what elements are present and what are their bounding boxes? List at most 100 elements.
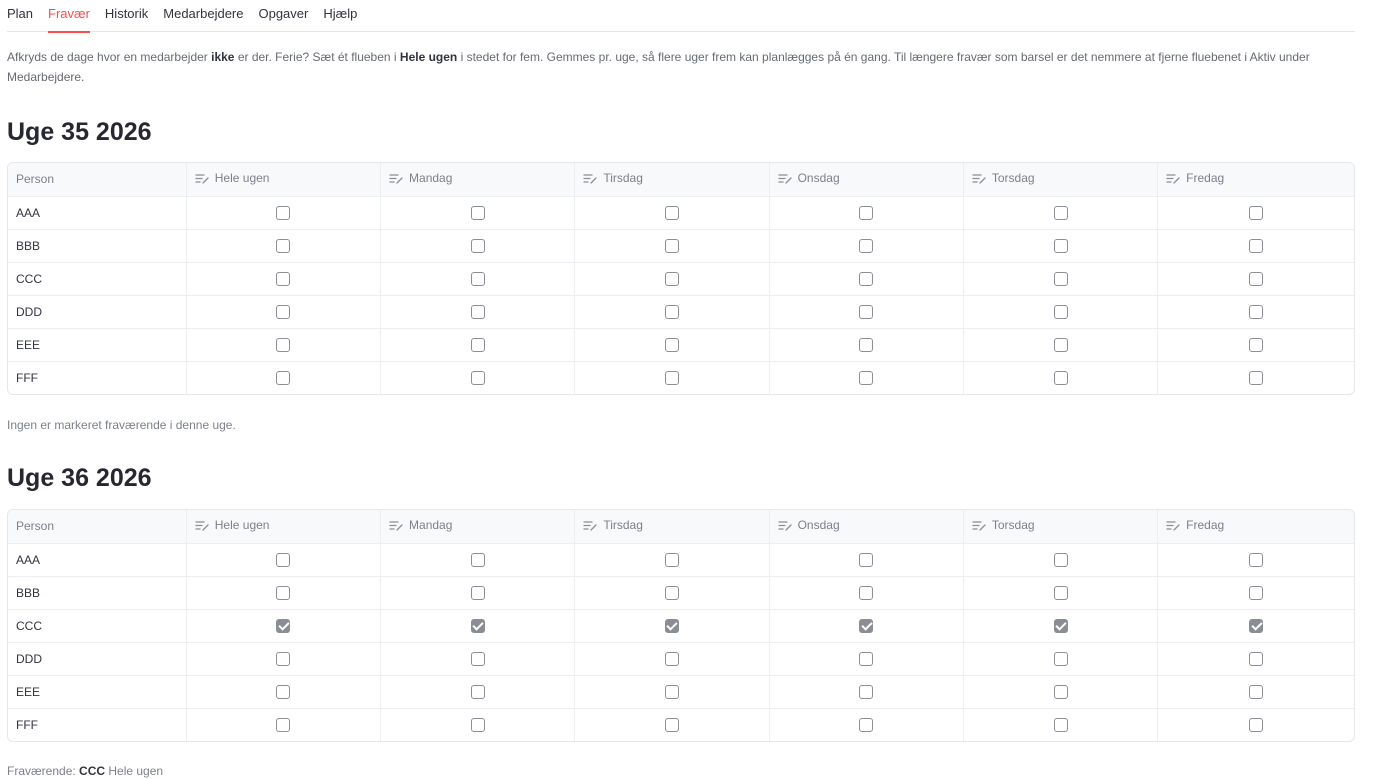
absence-checkbox[interactable] bbox=[470, 618, 485, 633]
column-header[interactable]: Fredag bbox=[1157, 510, 1354, 544]
absence-checkbox[interactable] bbox=[1249, 585, 1264, 600]
absence-checkbox[interactable] bbox=[664, 304, 679, 319]
absence-checkbox[interactable] bbox=[1249, 238, 1264, 253]
column-header[interactable]: Tirsdag bbox=[574, 163, 770, 197]
person-name: BBB bbox=[8, 576, 187, 610]
tab-plan[interactable]: Plan bbox=[7, 0, 33, 32]
absence-checkbox[interactable] bbox=[1249, 371, 1264, 386]
column-header[interactable]: Tirsdag bbox=[574, 510, 770, 544]
absence-checkbox[interactable] bbox=[470, 205, 485, 220]
absence-checkbox[interactable] bbox=[276, 238, 291, 253]
column-header[interactable]: Onsdag bbox=[769, 510, 964, 544]
tab-medarbejdere[interactable]: Medarbejdere bbox=[163, 0, 243, 32]
absence-checkbox[interactable] bbox=[664, 271, 679, 286]
absence-checkbox[interactable] bbox=[859, 618, 874, 633]
absence-checkbox[interactable] bbox=[470, 238, 485, 253]
absence-checkbox[interactable] bbox=[664, 238, 679, 253]
column-header[interactable]: Person bbox=[8, 163, 187, 197]
absence-checkbox[interactable] bbox=[1053, 205, 1068, 220]
absence-checkbox[interactable] bbox=[1249, 684, 1264, 699]
absence-checkbox[interactable] bbox=[1053, 238, 1068, 253]
absence-checkbox[interactable] bbox=[1249, 205, 1264, 220]
absence-checkbox[interactable] bbox=[276, 552, 291, 567]
absence-checkbox[interactable] bbox=[470, 651, 485, 666]
tab-fravaer[interactable]: Fravær bbox=[48, 0, 90, 33]
column-header[interactable]: Hele ugen bbox=[186, 163, 382, 197]
absence-checkbox[interactable] bbox=[859, 304, 874, 319]
absence-checkbox[interactable] bbox=[470, 718, 485, 733]
absence-checkbox[interactable] bbox=[1053, 552, 1068, 567]
column-header-label: Torsdag bbox=[991, 171, 1035, 186]
absence-checkbox[interactable] bbox=[470, 337, 485, 352]
absence-checkbox[interactable] bbox=[1053, 271, 1068, 286]
tab-historik[interactable]: Historik bbox=[105, 0, 148, 32]
absence-checkbox[interactable] bbox=[664, 651, 679, 666]
column-header[interactable]: Torsdag bbox=[963, 163, 1159, 197]
absence-checkbox[interactable] bbox=[470, 304, 485, 319]
column-header[interactable]: Hele ugen bbox=[186, 510, 382, 544]
absence-checkbox[interactable] bbox=[276, 205, 291, 220]
absence-checkbox[interactable] bbox=[276, 585, 291, 600]
table-row: EEE bbox=[8, 328, 1354, 362]
absence-checkbox[interactable] bbox=[470, 585, 485, 600]
checkbox-cell bbox=[769, 262, 964, 296]
absence-checkbox[interactable] bbox=[276, 651, 291, 666]
absence-checkbox[interactable] bbox=[276, 271, 291, 286]
absence-checkbox[interactable] bbox=[276, 371, 291, 386]
intro-part: er der. Ferie? Sæt ét flueben i bbox=[234, 50, 400, 64]
column-header[interactable]: Fredag bbox=[1157, 163, 1354, 197]
absence-checkbox[interactable] bbox=[1053, 585, 1068, 600]
absence-checkbox[interactable] bbox=[470, 371, 485, 386]
tab-hjaelp[interactable]: Hjælp bbox=[323, 0, 357, 32]
absence-checkbox[interactable] bbox=[470, 271, 485, 286]
absence-checkbox[interactable] bbox=[859, 585, 874, 600]
absence-checkbox[interactable] bbox=[1249, 271, 1264, 286]
absence-checkbox[interactable] bbox=[276, 618, 291, 633]
absence-checkbox[interactable] bbox=[664, 684, 679, 699]
absence-checkbox[interactable] bbox=[1249, 618, 1264, 633]
absence-checkbox[interactable] bbox=[859, 651, 874, 666]
absence-checkbox[interactable] bbox=[664, 371, 679, 386]
absence-checkbox[interactable] bbox=[1053, 304, 1068, 319]
absence-checkbox[interactable] bbox=[276, 337, 291, 352]
absence-checkbox[interactable] bbox=[276, 684, 291, 699]
column-header[interactable]: Mandag bbox=[380, 163, 576, 197]
column-header[interactable]: Person bbox=[8, 510, 187, 544]
absence-checkbox[interactable] bbox=[276, 718, 291, 733]
absence-checkbox[interactable] bbox=[1249, 337, 1264, 352]
absence-checkbox[interactable] bbox=[470, 552, 485, 567]
absence-checkbox[interactable] bbox=[859, 205, 874, 220]
absence-checkbox[interactable] bbox=[1053, 618, 1068, 633]
absence-checkbox[interactable] bbox=[1053, 371, 1068, 386]
absence-checkbox[interactable] bbox=[859, 238, 874, 253]
absence-checkbox[interactable] bbox=[859, 271, 874, 286]
absence-checkbox[interactable] bbox=[1249, 304, 1264, 319]
absence-checkbox[interactable] bbox=[470, 684, 485, 699]
absence-checkbox[interactable] bbox=[664, 718, 679, 733]
absence-checkbox[interactable] bbox=[859, 552, 874, 567]
absence-checkbox[interactable] bbox=[664, 205, 679, 220]
absence-checkbox[interactable] bbox=[1053, 684, 1068, 699]
absence-checkbox[interactable] bbox=[276, 304, 291, 319]
absence-checkbox[interactable] bbox=[1249, 552, 1264, 567]
absence-checkbox[interactable] bbox=[859, 684, 874, 699]
absence-checkbox[interactable] bbox=[1053, 718, 1068, 733]
person-name: BBB bbox=[8, 229, 187, 263]
column-header[interactable]: Mandag bbox=[380, 510, 576, 544]
absence-checkbox[interactable] bbox=[1249, 651, 1264, 666]
person-name: FFF bbox=[8, 708, 187, 741]
absence-checkbox[interactable] bbox=[859, 337, 874, 352]
absence-checkbox[interactable] bbox=[664, 337, 679, 352]
absence-checkbox[interactable] bbox=[664, 585, 679, 600]
absence-checkbox[interactable] bbox=[859, 718, 874, 733]
absence-checkbox[interactable] bbox=[1053, 337, 1068, 352]
column-header[interactable]: Onsdag bbox=[769, 163, 964, 197]
absence-checkbox[interactable] bbox=[1053, 651, 1068, 666]
absence-checkbox[interactable] bbox=[1249, 718, 1264, 733]
absence-checkbox[interactable] bbox=[859, 371, 874, 386]
column-header[interactable]: Torsdag bbox=[963, 510, 1159, 544]
absence-checkbox[interactable] bbox=[664, 618, 679, 633]
table-row: DDD bbox=[8, 295, 1354, 329]
tab-opgaver[interactable]: Opgaver bbox=[258, 0, 308, 32]
absence-checkbox[interactable] bbox=[664, 552, 679, 567]
